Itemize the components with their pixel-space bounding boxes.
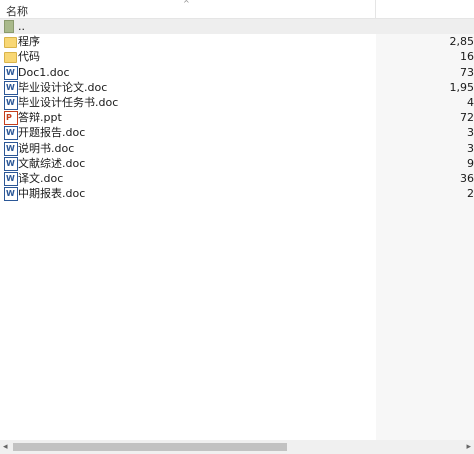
file-name: 文献综述.doc xyxy=(18,156,86,170)
file-list: .. 程序 2,85 代码 16 W Doc1.doc 73 W 毕业设计论文.… xyxy=(0,19,474,202)
file-size: 16 xyxy=(460,50,474,64)
file-name: Doc1.doc xyxy=(18,65,70,79)
sort-arrow-icon: ^ xyxy=(183,0,190,8)
file-size: 36 xyxy=(460,171,474,185)
file-name: .. xyxy=(18,20,25,33)
list-item[interactable]: W 开题报告.doc 3 xyxy=(0,125,474,141)
word-doc-icon: W xyxy=(4,187,18,202)
list-item[interactable]: W 中期报表.doc 2 xyxy=(0,186,474,202)
column-header: 名称 ^ xyxy=(0,0,474,19)
word-doc-icon: W xyxy=(4,156,18,171)
file-name: 毕业设计论文.doc xyxy=(18,80,108,94)
list-item[interactable]: W 译文.doc 36 xyxy=(0,171,474,186)
file-size: 3 xyxy=(467,126,474,140)
list-item[interactable]: W Doc1.doc 73 xyxy=(0,65,474,80)
file-size: 3 xyxy=(467,141,474,155)
list-item[interactable]: W 说明书.doc 3 xyxy=(0,141,474,156)
powerpoint-icon: P xyxy=(4,111,18,126)
file-name: 答辩.ppt xyxy=(18,111,62,125)
file-size: 1,95 xyxy=(449,80,474,94)
file-size: 9 xyxy=(467,156,474,170)
word-doc-icon: W xyxy=(4,171,18,186)
file-size: 73 xyxy=(460,65,474,79)
scrollbar-thumb[interactable] xyxy=(13,443,287,451)
file-name: 说明书.doc xyxy=(18,141,75,155)
list-item[interactable]: P 答辩.ppt 72 xyxy=(0,110,474,126)
file-name: 译文.doc xyxy=(18,171,64,185)
list-item[interactable]: 代码 16 xyxy=(0,49,474,64)
file-name: 代码 xyxy=(18,50,40,64)
name-column-header[interactable]: 名称 xyxy=(6,3,28,19)
word-doc-icon: W xyxy=(4,65,18,80)
parent-folder-icon xyxy=(4,20,14,33)
horizontal-scrollbar[interactable]: ◂ ▸ xyxy=(0,440,474,454)
list-item[interactable]: W 毕业设计论文.doc 1,95 xyxy=(0,80,474,95)
file-size: 4 xyxy=(467,95,474,109)
file-name: 中期报表.doc xyxy=(18,187,86,201)
file-name: 程序 xyxy=(18,35,40,49)
folder-icon xyxy=(4,52,17,64)
list-item[interactable]: 程序 2,85 xyxy=(0,34,474,49)
file-size: 72 xyxy=(460,111,474,125)
word-doc-icon: W xyxy=(4,141,18,156)
list-item[interactable]: W 毕业设计任务书.doc 4 xyxy=(0,95,474,110)
word-doc-icon: W xyxy=(4,95,18,110)
word-doc-icon: W xyxy=(4,126,18,141)
folder-icon xyxy=(4,37,17,49)
file-name: 开题报告.doc xyxy=(18,126,86,140)
file-size: 2 xyxy=(467,187,474,201)
column-divider[interactable] xyxy=(375,0,376,18)
scroll-left-icon[interactable]: ◂ xyxy=(3,442,8,452)
file-name: 毕业设计任务书.doc xyxy=(18,95,119,109)
scroll-right-icon[interactable]: ▸ xyxy=(466,442,471,452)
list-item[interactable]: W 文献综述.doc 9 xyxy=(0,156,474,171)
file-size: 2,85 xyxy=(449,35,474,49)
list-item-parent-folder[interactable]: .. xyxy=(0,19,474,35)
word-doc-icon: W xyxy=(4,80,18,95)
